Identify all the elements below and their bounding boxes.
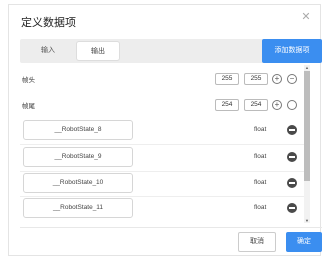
list-item: __RobotState_9 float xyxy=(20,147,310,169)
remove-item-icon[interactable] xyxy=(287,203,297,213)
minus-circle-icon[interactable]: − xyxy=(287,74,297,84)
frame-header-value-2[interactable]: 255 xyxy=(244,73,268,85)
row-divider xyxy=(20,171,310,172)
frame-header-value-1[interactable]: 255 xyxy=(215,73,239,85)
list-item: __RobotState_8 float xyxy=(20,120,310,142)
define-data-items-dialog: 定义数据项 ✕ 输入 输出 添加数据项 帧头 255 255 + − 帧尾 25… xyxy=(8,4,322,256)
plus-circle-icon[interactable]: + xyxy=(272,100,282,110)
item-name-field[interactable]: __RobotState_8 xyxy=(23,120,133,140)
item-type: float xyxy=(254,204,267,211)
scroll-up-icon[interactable]: ▲ xyxy=(304,65,310,70)
row-divider xyxy=(20,196,310,197)
data-items-list: 帧头 255 255 + − 帧尾 254 254 + __RobotState… xyxy=(20,65,322,227)
item-type: float xyxy=(254,153,267,160)
item-type: float xyxy=(254,126,267,133)
tab-output[interactable]: 输出 xyxy=(76,41,120,61)
frame-tail-label: 帧尾 xyxy=(22,103,35,110)
frame-header-label: 帧头 xyxy=(22,77,35,84)
tab-bar: 输入 输出 添加数据项 xyxy=(20,39,322,63)
item-type: float xyxy=(254,179,267,186)
ok-button[interactable]: 确定 xyxy=(286,232,322,252)
cancel-button[interactable]: 取消 xyxy=(238,232,276,252)
vertical-scrollbar[interactable]: ▲ ▼ xyxy=(304,65,310,223)
plus-circle-icon[interactable]: + xyxy=(272,74,282,84)
row-divider xyxy=(20,144,310,145)
scroll-thumb[interactable] xyxy=(304,71,310,181)
item-name-field[interactable]: __RobotState_11 xyxy=(23,198,133,218)
item-name-field[interactable]: __RobotState_10 xyxy=(23,173,133,193)
dialog-footer: 取消 确定 xyxy=(20,227,322,255)
remove-item-icon[interactable] xyxy=(287,178,297,188)
circle-icon[interactable] xyxy=(287,100,297,110)
item-name-field[interactable]: __RobotState_9 xyxy=(23,147,133,167)
add-data-item-button[interactable]: 添加数据项 xyxy=(262,39,322,63)
frame-tail-value-1[interactable]: 254 xyxy=(215,99,239,111)
close-icon[interactable]: ✕ xyxy=(300,11,312,23)
frame-tail-value-2[interactable]: 254 xyxy=(244,99,268,111)
tab-input[interactable]: 输入 xyxy=(26,41,70,61)
list-item: __RobotState_10 float xyxy=(20,173,310,195)
scroll-down-icon[interactable]: ▼ xyxy=(304,218,310,223)
remove-item-icon[interactable] xyxy=(287,152,297,162)
remove-item-icon[interactable] xyxy=(287,125,297,135)
dialog-title: 定义数据项 xyxy=(21,17,76,29)
list-item: __RobotState_11 float xyxy=(20,198,310,220)
